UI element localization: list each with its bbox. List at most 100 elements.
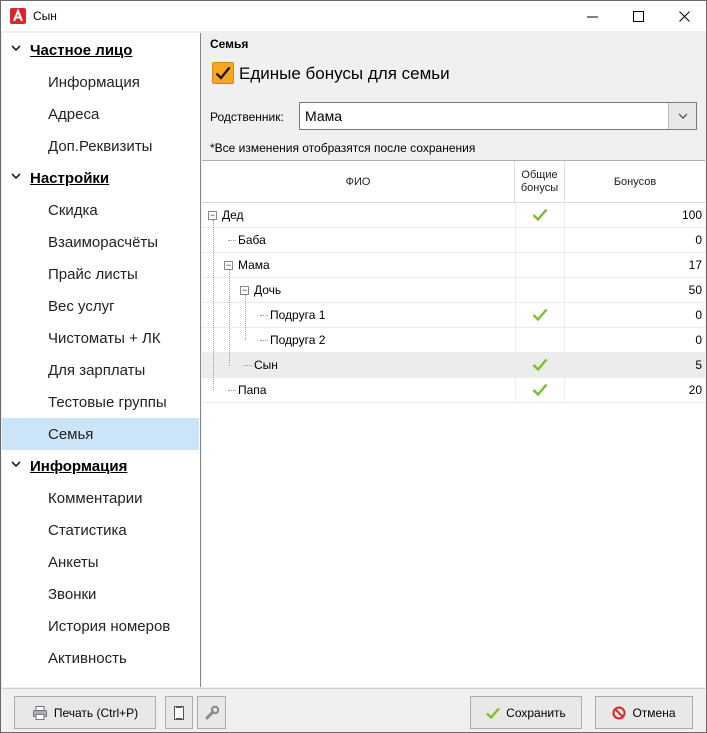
prohibited-icon (612, 706, 626, 719)
row-shared-cell[interactable] (515, 253, 565, 277)
collapse-toggle-icon[interactable]: − (240, 286, 249, 295)
sidebar-item-1-6[interactable]: Тестовые группы (2, 386, 199, 418)
row-fio: Баба (238, 233, 266, 247)
nav-group-1[interactable]: Настройки (2, 162, 199, 194)
save-note: *Все изменения отобразятся после сохране… (210, 141, 476, 155)
sidebar-item-2-5[interactable]: Активность (2, 642, 199, 674)
relative-dropdown-button[interactable] (668, 103, 696, 129)
window-title: Сын (33, 9, 57, 23)
checkmark-icon (532, 358, 548, 372)
tree-connector (213, 220, 214, 390)
sidebar-item-1-7[interactable]: Семья (2, 418, 199, 450)
family-bonus-label[interactable]: Единые бонусы для семьи (239, 64, 450, 84)
row-fio: Дед (222, 208, 244, 222)
collapse-toggle-icon[interactable]: − (208, 211, 217, 220)
family-panel: Семья Единые бонусы для семьи Родственни… (202, 33, 705, 687)
grid-header: ФИО Общие бонусы Бонусов (202, 161, 705, 203)
table-row[interactable]: Подруга 1 0 (202, 303, 705, 328)
sidebar-item-label: Тестовые группы (48, 394, 167, 411)
sidebar-item-2-2[interactable]: Анкеты (2, 546, 199, 578)
sidebar-item-1-2[interactable]: Прайс листы (2, 258, 199, 290)
sidebar-item-2-1[interactable]: Статистика (2, 514, 199, 546)
maximize-icon (632, 11, 644, 22)
row-shared-cell[interactable] (515, 228, 565, 252)
chevron-down-icon (678, 113, 687, 119)
row-bonus: 0 (695, 333, 702, 347)
sidebar-item-1-3[interactable]: Вес услуг (2, 290, 199, 322)
sidebar-item-0-2[interactable]: Доп.Реквизиты (2, 130, 199, 162)
wrench-button[interactable] (197, 696, 226, 729)
sidebar-item-label: Анкеты (48, 554, 99, 571)
tree-connector (228, 240, 236, 241)
sidebar-item-2-4[interactable]: История номеров (2, 610, 199, 642)
row-shared-cell[interactable] (515, 203, 565, 227)
checkmark-icon (532, 208, 548, 222)
column-header-fio[interactable]: ФИО (202, 161, 515, 203)
family-bonus-checkbox[interactable] (212, 62, 234, 84)
row-shared-cell[interactable] (515, 328, 565, 352)
table-row[interactable]: Сын 5 (202, 353, 705, 378)
row-fio: Подруга 2 (270, 333, 326, 347)
checkmark-icon (486, 707, 501, 719)
sidebar-item-0-0[interactable]: Информация (2, 66, 199, 98)
table-row[interactable]: Подруга 2 0 (202, 328, 705, 353)
row-shared-cell[interactable] (515, 353, 565, 377)
nav-group-label: Частное лицо (30, 42, 133, 59)
sidebar-item-label: Вес услуг (48, 298, 115, 315)
nav-group-label: Информация (30, 458, 128, 475)
column-header-bonus[interactable]: Бонусов (565, 161, 705, 203)
table-row[interactable]: − Мама 17 (202, 253, 705, 278)
minimize-button[interactable] (569, 1, 615, 32)
row-fio: Мама (238, 258, 270, 272)
relative-select-value: Мама (305, 108, 343, 124)
tree-connector (260, 315, 268, 316)
sidebar-item-1-0[interactable]: Скидка (2, 194, 199, 226)
maximize-button[interactable] (615, 1, 661, 32)
close-icon (678, 11, 690, 22)
title-bar: Сын (0, 0, 707, 31)
relative-select[interactable]: Мама (299, 102, 697, 130)
table-row[interactable]: − Дед 100 (202, 203, 705, 228)
row-shared-cell[interactable] (515, 303, 565, 327)
collapse-toggle-icon[interactable]: − (224, 261, 233, 270)
sidebar-item-label: Статистика (48, 522, 127, 539)
sidebar-item-1-1[interactable]: Взаиморасчёты (2, 226, 199, 258)
save-button-label: Сохранить (506, 705, 566, 720)
nav-group-2[interactable]: Информация (2, 450, 199, 482)
print-button[interactable]: Печать (Ctrl+P) (14, 696, 156, 729)
nav-group-0[interactable]: Частное лицо (2, 34, 199, 66)
row-shared-cell[interactable] (515, 278, 565, 302)
sidebar-item-2-3[interactable]: Звонки (2, 578, 199, 610)
sidebar-item-label: Семья (48, 426, 94, 443)
cancel-button[interactable]: Отмена (595, 696, 693, 729)
cancel-button-label: Отмена (632, 705, 676, 720)
family-tree-grid: ФИО Общие бонусы Бонусов − Дед 100 Баба 0− Ма… (202, 160, 705, 687)
tree-connector (245, 295, 246, 340)
row-fio: Дочь (254, 283, 282, 297)
table-row[interactable]: Баба 0 (202, 228, 705, 253)
wrench-icon (205, 705, 219, 719)
sidebar-item-2-0[interactable]: Комментарии (2, 482, 199, 514)
row-bonus: 50 (688, 283, 702, 297)
tree-connector (228, 390, 236, 391)
table-row[interactable]: − Дочь 50 (202, 278, 705, 303)
sidebar-item-label: Доп.Реквизиты (48, 138, 153, 155)
sidebar-item-1-4[interactable]: Чистоматы + ЛК (2, 322, 199, 354)
row-bonus: 0 (695, 308, 702, 322)
row-fio: Подруга 1 (270, 308, 326, 322)
row-shared-cell[interactable] (515, 378, 565, 402)
sidebar-item-1-5[interactable]: Для зарплаты (2, 354, 199, 386)
row-fio: Сын (254, 358, 278, 372)
sidebar-item-label: Адреса (48, 106, 100, 123)
row-bonus: 100 (681, 208, 702, 222)
nav-group-label: Настройки (30, 170, 110, 187)
close-button[interactable] (661, 1, 707, 32)
tree-connector (244, 365, 252, 366)
document-button[interactable] (165, 696, 193, 729)
table-row[interactable]: Папа 20 (202, 378, 705, 403)
chevron-down-icon (11, 173, 21, 180)
column-header-shared[interactable]: Общие бонусы (515, 161, 565, 203)
row-fio: Папа (238, 383, 267, 397)
save-button[interactable]: Сохранить (470, 696, 582, 729)
sidebar-item-0-1[interactable]: Адреса (2, 98, 199, 130)
